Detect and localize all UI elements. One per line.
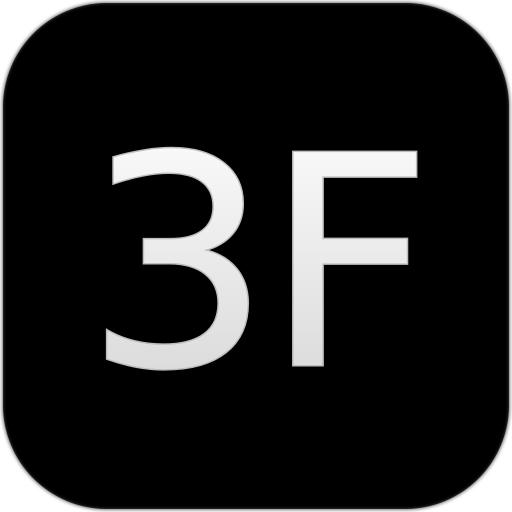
icon-label-graphic: 3F bbox=[84, 93, 435, 436]
icon-label-text: 3F bbox=[85, 94, 427, 434]
app-icon[interactable]: 3F bbox=[3, 3, 509, 509]
app-icon-container: 3F bbox=[0, 0, 512, 512]
